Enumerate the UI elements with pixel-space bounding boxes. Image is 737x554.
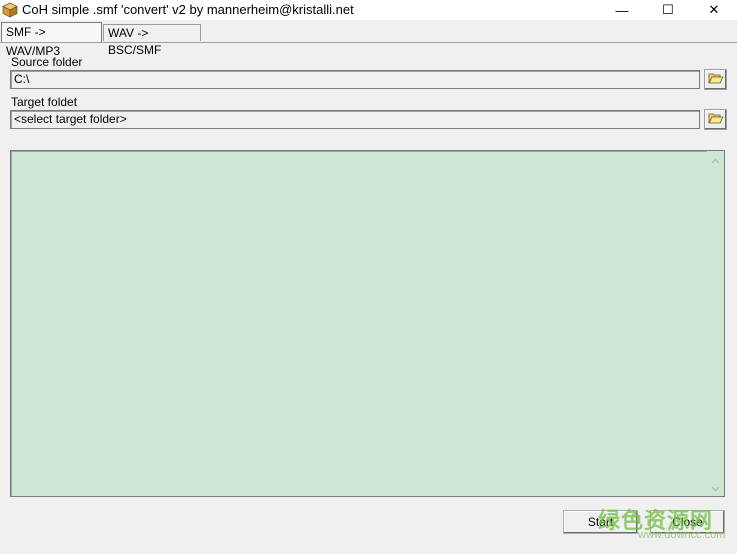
log-output-area[interactable] (10, 150, 725, 497)
tab-divider (0, 42, 737, 43)
browse-source-button[interactable] (704, 69, 727, 90)
watermark-sub-text: www.downcc.com (638, 529, 726, 541)
scroll-down-button[interactable] (707, 479, 724, 496)
chevron-up-icon (711, 153, 720, 167)
tab-smf-to-wav[interactable]: SMF -> WAV/MP3 (1, 22, 102, 58)
tab-bar: SMF -> WAV/MP3 WAV -> BSC/SMF (0, 22, 737, 58)
window-title: CoH simple .smf 'convert' v2 by mannerhe… (22, 2, 354, 17)
scroll-up-button[interactable] (707, 151, 724, 168)
package-icon (2, 2, 18, 18)
watermark: 绿色资源网 www.downcc.com (598, 503, 733, 545)
tab-wav-to-bsc[interactable]: WAV -> BSC/SMF (103, 24, 201, 57)
folder-open-icon (707, 72, 724, 87)
browse-target-button[interactable] (704, 109, 727, 130)
folder-open-icon (707, 112, 724, 127)
target-folder-field[interactable]: <select target folder> (10, 110, 700, 129)
minimize-button[interactable]: — (599, 0, 645, 20)
close-window-button[interactable]: ✕ (691, 0, 737, 20)
source-folder-label: Source folder (11, 55, 83, 69)
close-icon: ✕ (708, 2, 720, 17)
target-folder-label: Target foldet (11, 95, 78, 109)
minimize-icon: — (615, 2, 629, 18)
maximize-icon: ☐ (662, 2, 674, 17)
maximize-button[interactable]: ☐ (645, 0, 691, 20)
chevron-down-icon (711, 481, 720, 495)
title-bar: CoH simple .smf 'convert' v2 by mannerhe… (0, 0, 737, 20)
log-scrollbar[interactable] (707, 151, 724, 496)
source-folder-field[interactable]: C:\ (10, 70, 700, 89)
